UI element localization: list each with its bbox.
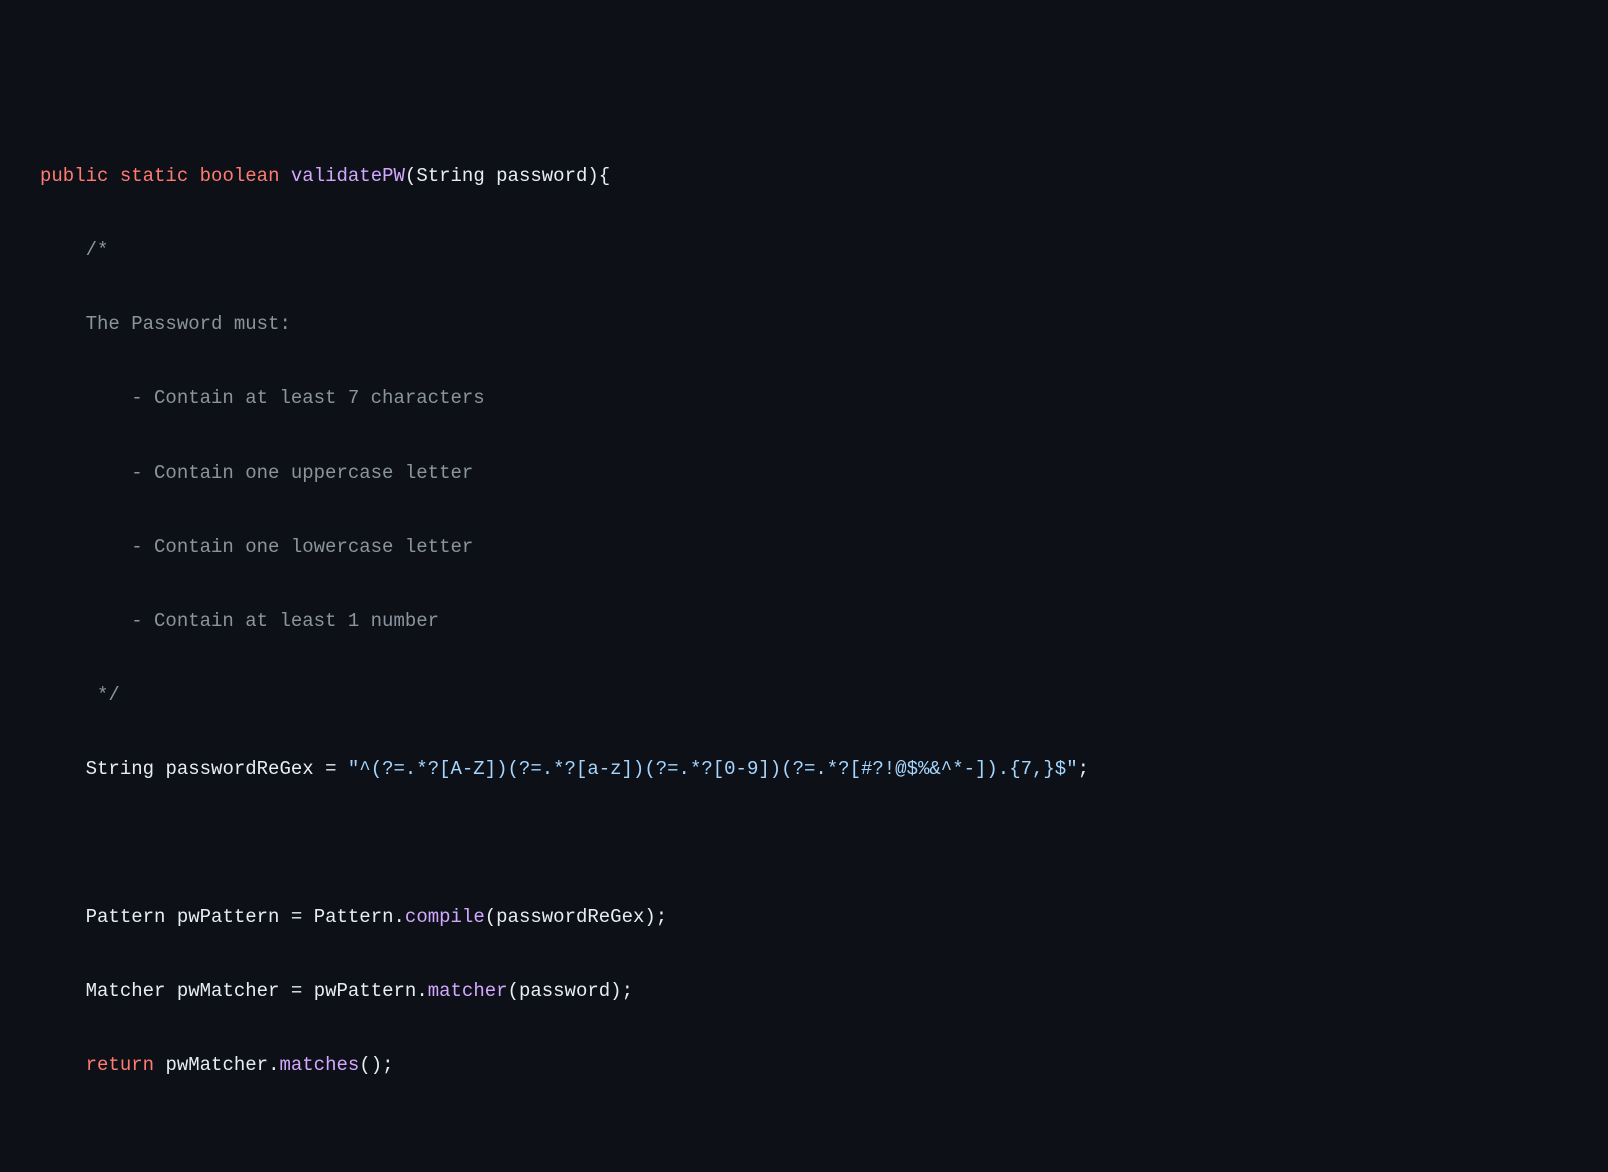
string-literal: "^(?=.*?[A-Z])(?=.*?[a-z])(?=.*?[0-9])(?… — [348, 758, 1078, 780]
keyword-boolean: boolean — [200, 165, 280, 187]
dot: . — [268, 1054, 279, 1076]
comment-text: - Contain one lowercase letter — [131, 536, 473, 558]
rparen-semi: ); — [644, 906, 667, 928]
comment-close: */ — [97, 684, 120, 706]
space — [336, 758, 347, 780]
space — [154, 758, 165, 780]
arg: passwordReGex — [496, 906, 644, 928]
semicolon: ; — [1078, 758, 1089, 780]
indent — [40, 462, 131, 484]
code-line-6: - Contain one lowercase letter — [40, 529, 1608, 566]
comment-text: - Contain at least 1 number — [131, 610, 439, 632]
rparen-brace: ){ — [587, 165, 610, 187]
rparen-semi: ); — [610, 980, 633, 1002]
code-line-1: public static boolean validatePW(String … — [40, 158, 1608, 195]
equals: = — [325, 758, 336, 780]
var-name: pwMatcher — [177, 980, 280, 1002]
param-name: password — [496, 165, 587, 187]
space — [302, 906, 313, 928]
method-compile: compile — [405, 906, 485, 928]
obj: pwMatcher — [165, 1054, 268, 1076]
type-string: String — [86, 758, 154, 780]
parens-semi: (); — [359, 1054, 393, 1076]
type-matcher: Matcher — [86, 980, 166, 1002]
code-line-13: return pwMatcher.matches(); — [40, 1047, 1608, 1084]
equals: = — [291, 906, 302, 928]
keyword-return: return — [86, 1054, 154, 1076]
indent — [40, 758, 86, 780]
code-line-5: - Contain one uppercase letter — [40, 455, 1608, 492]
indent — [40, 239, 86, 261]
indent — [40, 536, 131, 558]
code-line-3: The Password must: — [40, 306, 1608, 343]
code-line-14-blank — [40, 1121, 1608, 1158]
comment-text: - Contain at least 7 characters — [131, 387, 484, 409]
indent — [40, 387, 131, 409]
class-pattern: Pattern — [314, 906, 394, 928]
space — [279, 980, 290, 1002]
indent — [40, 610, 131, 632]
dot: . — [416, 980, 427, 1002]
equals: = — [291, 980, 302, 1002]
space — [154, 1054, 165, 1076]
lparen: ( — [508, 980, 519, 1002]
space — [485, 165, 496, 187]
var-name: passwordReGex — [165, 758, 313, 780]
function-name: validatePW — [291, 165, 405, 187]
method-matches: matches — [279, 1054, 359, 1076]
code-line-12: Matcher pwMatcher = pwPattern.matcher(pa… — [40, 973, 1608, 1010]
dot: . — [394, 906, 405, 928]
space — [302, 980, 313, 1002]
var-name: pwPattern — [177, 906, 280, 928]
space — [314, 758, 325, 780]
indent — [40, 313, 86, 335]
comment-text: - Contain one uppercase letter — [131, 462, 473, 484]
keyword-public: public — [40, 165, 108, 187]
space — [165, 980, 176, 1002]
code-line-2: /* — [40, 232, 1608, 269]
code-line-8: */ — [40, 677, 1608, 714]
comment-open: /* — [86, 239, 109, 261]
param-type: String — [416, 165, 484, 187]
code-line-9: String passwordReGex = "^(?=.*?[A-Z])(?=… — [40, 751, 1608, 788]
indent — [40, 906, 86, 928]
code-line-10-blank — [40, 825, 1608, 862]
arg: password — [519, 980, 610, 1002]
obj: pwPattern — [314, 980, 417, 1002]
code-line-11: Pattern pwPattern = Pattern.compile(pass… — [40, 899, 1608, 936]
space — [279, 906, 290, 928]
lparen: ( — [485, 906, 496, 928]
lparen: ( — [405, 165, 416, 187]
method-matcher: matcher — [428, 980, 508, 1002]
indent — [40, 1054, 86, 1076]
indent — [40, 684, 97, 706]
comment-text: The Password must: — [86, 313, 291, 335]
code-line-4: - Contain at least 7 characters — [40, 380, 1608, 417]
space — [165, 906, 176, 928]
type-pattern: Pattern — [86, 906, 166, 928]
keyword-static: static — [120, 165, 188, 187]
code-line-7: - Contain at least 1 number — [40, 603, 1608, 640]
indent — [40, 980, 86, 1002]
